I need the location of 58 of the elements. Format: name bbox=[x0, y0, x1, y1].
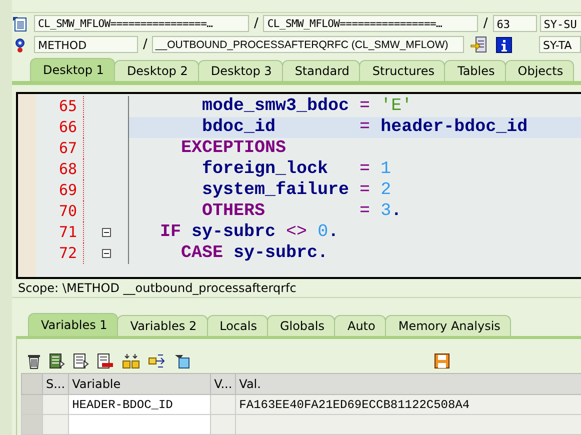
desktop-tab[interactable]: Tables bbox=[444, 60, 506, 81]
variables-tab[interactable]: Variables 1 bbox=[28, 313, 118, 336]
variables-tab[interactable]: Memory Analysis bbox=[385, 315, 512, 336]
separator: / bbox=[253, 16, 260, 31]
desktop-tab[interactable]: Desktop 3 bbox=[198, 60, 283, 81]
column-header[interactable]: S... bbox=[42, 374, 69, 394]
method-field[interactable]: __OUTBOUND_PROCESSAFTERQRFC (CL_SMW_MFLOW) bbox=[152, 36, 464, 53]
line-number: 71 bbox=[36, 222, 84, 243]
table-cell: HEADER-BDOC_ID bbox=[72, 398, 173, 412]
line-number: 65 bbox=[36, 96, 84, 117]
system-field[interactable]: SY-TA bbox=[539, 36, 581, 53]
code-line: mode_smw3_bdoc = 'E' bbox=[201, 96, 414, 117]
program-field[interactable]: CL_SMW_MFLOW================… bbox=[34, 15, 249, 32]
column-header[interactable]: Val. bbox=[236, 374, 581, 394]
desktop-tab[interactable]: Desktop 1 bbox=[30, 58, 115, 81]
variables-tab[interactable]: Globals bbox=[266, 315, 336, 336]
collapse-icon[interactable] bbox=[102, 249, 110, 258]
line-number: 66 bbox=[36, 117, 84, 138]
desktop-tab[interactable]: Structures bbox=[359, 60, 446, 81]
info-icon[interactable] bbox=[496, 36, 512, 52]
document-icon[interactable] bbox=[97, 353, 114, 369]
line-number: 67 bbox=[36, 138, 84, 159]
separator: / bbox=[142, 37, 148, 52]
desktop-tab[interactable]: Standard bbox=[282, 60, 360, 81]
type-field[interactable]: METHOD bbox=[34, 36, 138, 53]
code-line: foreign_lock = 1 bbox=[201, 159, 392, 180]
desktop-tab[interactable]: Desktop 2 bbox=[114, 60, 199, 81]
filter-icon[interactable] bbox=[174, 353, 190, 369]
code-line: IF sy-subrc <> 0. bbox=[159, 222, 340, 243]
line-number: 68 bbox=[36, 159, 84, 180]
code-line: EXCEPTIONS bbox=[180, 138, 288, 159]
include-field[interactable]: CL_SMW_MFLOW================… bbox=[263, 15, 478, 32]
desktop-tab[interactable]: Objects bbox=[504, 60, 574, 81]
arrows-icon[interactable] bbox=[148, 353, 166, 369]
table-cell: FA163EE40FA21ED69ECCB81122C508A4 bbox=[239, 398, 470, 412]
system-field[interactable]: SY-SU bbox=[540, 15, 581, 32]
code-line: OTHERS = 3. bbox=[201, 201, 403, 222]
document-icon[interactable] bbox=[73, 353, 89, 369]
line-number: 69 bbox=[36, 180, 84, 201]
line-number: 70 bbox=[36, 201, 84, 222]
line-field[interactable]: 63 bbox=[492, 15, 537, 32]
collapse-icon[interactable] bbox=[102, 228, 110, 237]
document-icon[interactable] bbox=[49, 353, 65, 369]
save-icon[interactable] bbox=[434, 353, 450, 369]
document-list-icon[interactable] bbox=[12, 16, 28, 32]
grid-icon[interactable] bbox=[122, 353, 140, 369]
variables-tab[interactable]: Auto bbox=[334, 315, 386, 336]
line-number: 72 bbox=[36, 243, 84, 264]
code-line: system_failure = 2 bbox=[201, 180, 392, 201]
column-header[interactable]: Variable bbox=[68, 374, 211, 394]
variables-tab[interactable]: Locals bbox=[206, 315, 268, 336]
trash-icon[interactable] bbox=[27, 353, 41, 369]
code-line: CASE sy-subrc. bbox=[180, 243, 330, 264]
separator: / bbox=[482, 16, 489, 31]
document-arrow-icon[interactable] bbox=[470, 36, 488, 53]
scope-label: Scope: \METHOD __outbound_processafterqrfc bbox=[12, 279, 581, 298]
column-header[interactable]: V... bbox=[210, 374, 236, 394]
variables-tab[interactable]: Variables 2 bbox=[117, 315, 208, 336]
